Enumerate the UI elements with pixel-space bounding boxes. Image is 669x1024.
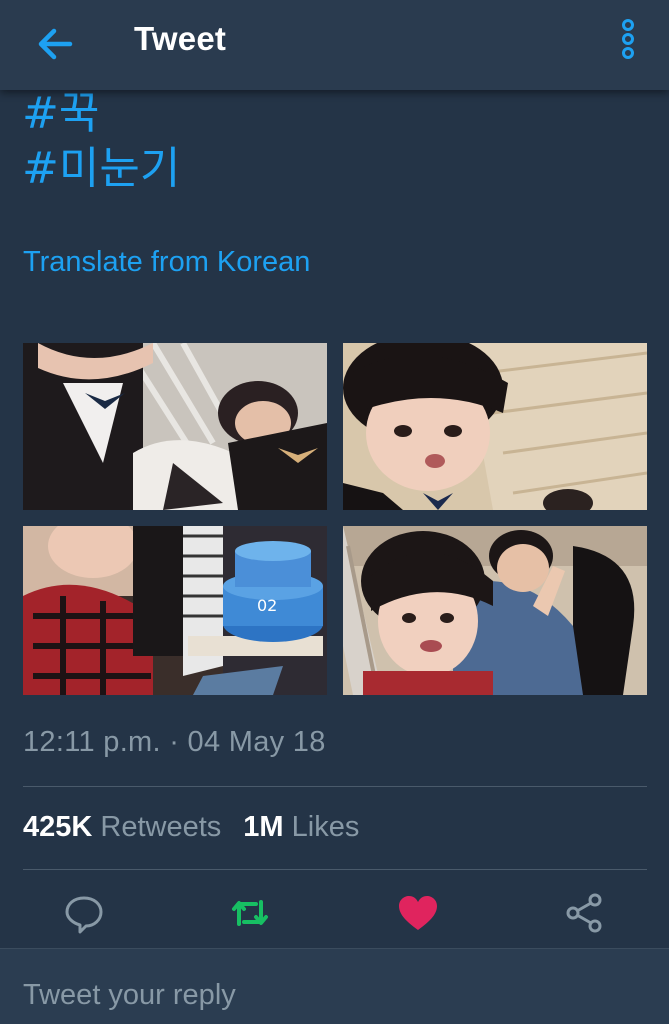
photo-3[interactable]: 02 — [23, 526, 327, 695]
top-bar: Tweet — [0, 0, 669, 90]
likes-count: 1M — [243, 811, 284, 843]
speech-bubble-icon — [65, 896, 103, 934]
svg-text:02: 02 — [257, 596, 277, 615]
tweet-timestamp: 12:11 p.m. · 04 May 18 — [23, 726, 326, 758]
vertical-dots-icon — [622, 19, 634, 59]
reply-button[interactable] — [62, 890, 106, 936]
share-button[interactable] — [562, 890, 606, 936]
heart-icon — [399, 896, 437, 930]
like-button[interactable] — [396, 890, 440, 936]
more-options-button[interactable] — [612, 14, 644, 66]
tweet-stats: 425K Retweets 1M Likes — [23, 811, 359, 844]
retweets-count: 425K — [23, 811, 93, 843]
share-icon — [566, 893, 602, 933]
photo-image — [343, 526, 647, 695]
hashtag-link[interactable]: #꾹 — [22, 86, 180, 141]
divider — [23, 786, 647, 787]
photo-4[interactable] — [343, 526, 647, 695]
media-grid: 02 — [23, 343, 647, 695]
photo-image: 02 — [23, 526, 327, 695]
reply-bar: Tweet your reply — [0, 948, 669, 1024]
page-title: Tweet — [134, 20, 227, 57]
hashtag-link[interactable]: #미눈기 — [22, 141, 180, 196]
photo-1[interactable] — [23, 343, 327, 510]
divider — [23, 869, 647, 870]
likes-label: Likes — [291, 811, 360, 843]
tweet-text: #꾹 #미눈기 — [22, 86, 180, 196]
retweet-button[interactable] — [228, 890, 272, 936]
tweet-actions — [0, 890, 669, 940]
arrow-left-icon — [38, 28, 73, 60]
photo-2[interactable] — [343, 343, 647, 510]
photo-image — [343, 343, 647, 510]
photo-image — [23, 343, 327, 510]
back-button[interactable] — [30, 22, 80, 66]
retweets-stat[interactable]: 425K Retweets — [23, 811, 221, 843]
retweets-label: Retweets — [100, 811, 222, 843]
likes-stat[interactable]: 1M Likes — [243, 811, 359, 843]
retweet-icon — [232, 900, 268, 926]
reply-input[interactable]: Tweet your reply — [23, 979, 236, 1012]
translate-link[interactable]: Translate from Korean — [23, 246, 310, 279]
